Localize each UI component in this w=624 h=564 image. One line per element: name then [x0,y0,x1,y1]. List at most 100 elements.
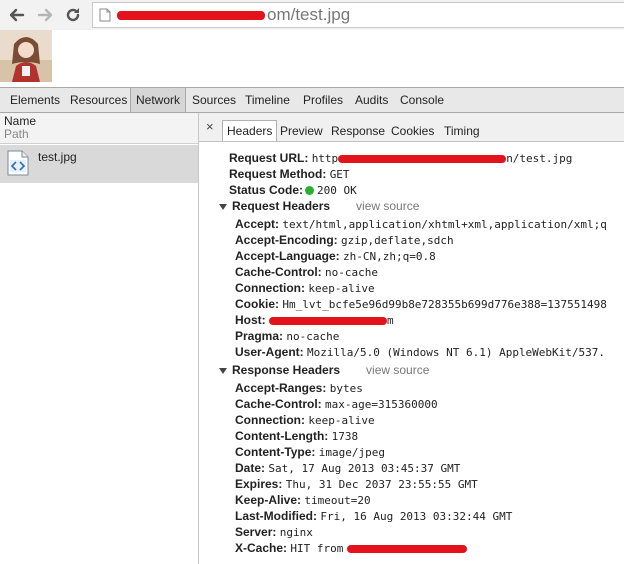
url-path: om/test.jpg [267,5,351,24]
tab-network[interactable]: Network [130,88,187,112]
header-value: text/html,application/xhtml+xml,applicat… [282,218,607,231]
tab-response[interactable]: Response [327,121,389,141]
header-key: Expires: [235,477,283,491]
header-row: Content-Type: image/jpeg [235,444,385,461]
header-row: Accept-Encoding: gzip,deflate,sdch [235,232,454,249]
column-name-label: Name [4,114,37,128]
header-value: nginx [279,526,313,539]
header-row: Accept-Ranges: bytes [235,380,363,397]
network-request-list: Name Path test.jpg [0,113,199,564]
header-key: Connection: [235,281,305,295]
tab-timeline[interactable]: Timeline [240,88,295,112]
request-method-line: Request Method: GET [229,166,350,183]
header-key: User-Agent: [235,345,304,359]
header-key: Date: [235,461,266,475]
header-key: Cookie: [235,297,280,311]
header-value: Mozilla/5.0 (Windows NT 6.1) AppleWebKit… [307,346,606,359]
back-button[interactable] [6,4,28,26]
redaction-mark [117,11,265,21]
tab-preview[interactable]: Preview [276,121,327,141]
redaction-mark [338,154,507,163]
response-headers-title: Response Headers [232,363,341,377]
header-row: Accept-Language: zh-CN,zh;q=0.8 [235,248,436,265]
browser-toolbar: om/test.jpg [0,0,624,30]
tab-sources[interactable]: Sources [187,88,241,112]
status-code-line: Status Code: 200 OK [229,182,357,199]
header-value: 1738 [331,430,359,443]
header-row: Date: Sat, 17 Aug 2013 03:45:37 GMT [235,460,460,477]
view-source-link[interactable]: view source [366,363,429,377]
header-key: Content-Length: [235,429,329,443]
tab-cookies[interactable]: Cookies [387,121,438,141]
address-bar[interactable]: om/test.jpg [92,2,624,28]
test-image [0,30,52,82]
header-value: no-cache [325,266,378,279]
header-row: Accept: text/html,application/xhtml+xml,… [235,216,607,233]
status-ok-icon [305,186,315,196]
file-code-icon [7,150,29,176]
header-key: Connection: [235,413,305,427]
response-headers-section[interactable]: Response Headers view source [219,362,429,378]
tab-elements[interactable]: Elements [5,88,65,112]
redaction-mark [269,316,388,325]
disclosure-triangle-icon [219,203,227,210]
header-key: Accept: [235,217,280,231]
view-source-link[interactable]: view source [356,199,419,213]
page-icon [99,8,111,22]
status-code-value: 200 OK [317,184,357,197]
request-detail-panel: × Headers Preview Response Cookies Timin… [199,113,624,564]
header-value: m [387,314,394,327]
header-value: image/jpeg [318,446,386,459]
header-row: Server: nginx [235,524,313,541]
header-value: max-age=315360000 [325,398,438,411]
header-key: Keep-Alive: [235,493,302,507]
tab-timing[interactable]: Timing [440,121,484,141]
page-viewport [0,30,624,85]
status-code-label: Status Code: [229,183,304,197]
header-key: Server: [235,525,277,539]
redaction-mark [347,544,468,553]
back-arrow-icon [9,8,25,22]
column-path-label: Path [4,127,29,141]
request-headers-section[interactable]: Request Headers view source [219,198,419,214]
devtools-tab-bar: Elements Resources Network Sources Timel… [0,87,624,113]
header-row: Pragma: no-cache [235,328,339,345]
reload-button[interactable] [62,4,84,26]
close-icon[interactable]: × [206,119,214,134]
header-row: Host: m [235,312,394,329]
header-value: Sat, 17 Aug 2013 03:45:37 GMT [268,462,461,475]
request-url-line: Request URL: http n/test.jpg [229,150,572,167]
tab-profiles[interactable]: Profiles [298,88,348,112]
request-row[interactable]: test.jpg [0,145,198,183]
tab-audits[interactable]: Audits [350,88,393,112]
header-key: Accept-Encoding: [235,233,338,247]
request-url-label: Request URL: [229,151,309,165]
request-file-name: test.jpg [38,150,77,164]
header-key: Host: [235,313,266,327]
header-row: Connection: keep-alive [235,412,375,429]
header-row: Content-Length: 1738 [235,428,358,445]
tab-console[interactable]: Console [395,88,449,112]
forward-arrow-icon [37,8,53,22]
header-key: Cache-Control: [235,397,322,411]
header-key: Accept-Language: [235,249,340,263]
header-key: Cache-Control: [235,265,322,279]
header-row: Last-Modified: Fri, 16 Aug 2013 03:32:44… [235,508,512,525]
header-row: X-Cache: HIT from [235,540,468,557]
header-value: timeout=20 [304,494,371,507]
header-value: no-cache [286,330,340,343]
request-url-prefix: http [311,152,339,165]
tab-resources[interactable]: Resources [65,88,132,112]
header-key: Content-Type: [235,445,316,459]
header-row: Cache-Control: max-age=315360000 [235,396,438,413]
request-headers-title: Request Headers [232,199,331,213]
forward-button[interactable] [34,4,56,26]
header-key: Accept-Ranges: [235,381,327,395]
header-row: Connection: keep-alive [235,280,375,297]
header-key: Last-Modified: [235,509,317,523]
header-value: Hm_lvt_bcfe5e96d99b8e728355b699d776e388=… [282,298,607,311]
header-value: zh-CN,zh;q=0.8 [343,250,436,263]
column-header[interactable]: Name Path [0,113,198,144]
url-text: om/test.jpg [117,4,350,26]
tab-headers[interactable]: Headers [222,120,278,141]
